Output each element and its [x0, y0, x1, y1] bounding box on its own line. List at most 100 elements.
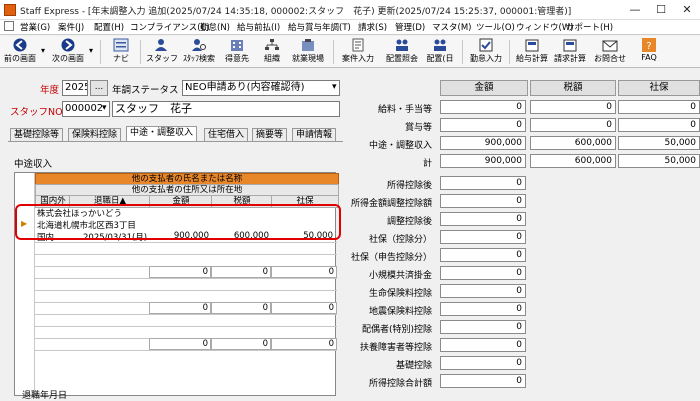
- summary-total-amount[interactable]: 900,000: [440, 154, 526, 168]
- deduction-value-11[interactable]: 0: [440, 356, 526, 370]
- year-input[interactable]: 2025: [62, 80, 88, 96]
- close-button[interactable]: ✕: [674, 0, 700, 20]
- app-icon: [4, 4, 16, 16]
- summary-salary-tax[interactable]: 0: [530, 100, 616, 114]
- deduction-label-9: 配偶者(特別)控除: [361, 325, 432, 335]
- summary-salary-amount[interactable]: 0: [440, 100, 526, 114]
- menu-tools[interactable]: ツール(O): [476, 21, 515, 33]
- status-label: 年調ステータス: [112, 85, 179, 96]
- staff-icon: [155, 39, 167, 51]
- row2-amount[interactable]: 0: [149, 266, 211, 278]
- staff-button[interactable]: スタッフ: [146, 38, 178, 66]
- navi-icon: [113, 38, 129, 52]
- menu-support[interactable]: サポート(H): [566, 21, 613, 33]
- summary-header-social: 社保: [618, 80, 700, 96]
- faq-button[interactable]: ? FAQ: [636, 38, 662, 66]
- deduction-label-5: 社保（申告控除分）: [350, 253, 432, 263]
- deduction-label-11: 基礎控除: [395, 361, 432, 371]
- payroll-calc-icon: [525, 39, 539, 52]
- site-icon: [302, 39, 314, 51]
- summary-total-tax[interactable]: 600,000: [530, 154, 616, 168]
- navi-button[interactable]: ナビ: [108, 38, 134, 66]
- staff-search-button[interactable]: ｽﾀｯﾌ検索: [181, 38, 217, 66]
- deduction-label-7: 生命保険料控除: [368, 289, 432, 299]
- deduction-value-9[interactable]: 0: [440, 320, 526, 334]
- menu-master[interactable]: マスタ(M): [432, 21, 471, 33]
- client-button[interactable]: 得意先: [222, 38, 252, 66]
- assign-ref-button[interactable]: 配置照会: [384, 38, 420, 66]
- back-button[interactable]: 前の画面: [2, 38, 38, 66]
- row3-amount[interactable]: 0: [149, 302, 211, 314]
- org-button[interactable]: 組織: [258, 38, 286, 66]
- row3-tax[interactable]: 0: [211, 302, 271, 314]
- attendance-entry-button[interactable]: 勤怠入力: [468, 38, 504, 66]
- assign-day-icon: [434, 39, 446, 51]
- menu-jobs[interactable]: 案件(J): [58, 21, 84, 33]
- deduction-value-10[interactable]: 0: [440, 338, 526, 352]
- summary-midyear-amount[interactable]: 900,000: [440, 136, 526, 150]
- deduction-label-6: 小規模共済掛金: [368, 271, 432, 281]
- minimize-button[interactable]: —: [622, 0, 648, 20]
- row4-tax[interactable]: 0: [211, 338, 271, 350]
- toolbar: 前の画面 ▾ 次の画面 ▾ ナビ スタッフ ｽﾀｯﾌ検索 得意先 組織 就業現場…: [0, 36, 700, 68]
- menu-assign[interactable]: 配置(H): [94, 21, 124, 33]
- menu-icon: [4, 21, 14, 31]
- row2-social[interactable]: 0: [271, 266, 337, 278]
- menu-sales[interactable]: 営業(G): [20, 21, 50, 33]
- deduction-value-1[interactable]: 0: [440, 176, 526, 190]
- deduction-value-6[interactable]: 0: [440, 266, 526, 280]
- menu-compliance[interactable]: コンプライアンス(C): [130, 21, 210, 33]
- svg-text:?: ?: [646, 41, 651, 52]
- year-picker-button[interactable]: ...: [90, 80, 108, 96]
- summary-total-social[interactable]: 50,000: [618, 154, 700, 168]
- next-dropdown-icon[interactable]: ▾: [87, 46, 95, 74]
- next-button[interactable]: 次の画面: [50, 38, 86, 66]
- deduction-value-4[interactable]: 0: [440, 230, 526, 244]
- menu-billing[interactable]: 請求(S): [358, 21, 387, 33]
- menu-attendance[interactable]: 勤怠(N): [200, 21, 230, 33]
- deduction-value-7[interactable]: 0: [440, 284, 526, 298]
- row3-social[interactable]: 0: [271, 302, 337, 314]
- year-label: 年度: [40, 85, 60, 96]
- highlight-box: [15, 204, 341, 240]
- summary-label-midyear: 中途・調整収入: [368, 141, 432, 151]
- client-icon: [231, 40, 243, 51]
- menu-admin[interactable]: 管理(D): [395, 21, 425, 33]
- summary-bonus-social[interactable]: 0: [618, 118, 700, 132]
- summary-bonus-amount[interactable]: 0: [440, 118, 526, 132]
- row2-tax[interactable]: 0: [211, 266, 271, 278]
- inquiry-button[interactable]: お問合せ: [592, 38, 628, 66]
- back-dropdown-icon[interactable]: ▾: [39, 46, 47, 74]
- window-title: Staff Express - [年末調整入力 追加(2025/07/24 14…: [20, 7, 572, 17]
- assign-day-button[interactable]: 配置(日: [422, 38, 458, 66]
- summary-salary-social[interactable]: 0: [618, 100, 700, 114]
- deduction-value-3[interactable]: 0: [440, 212, 526, 226]
- status-select[interactable]: NEO申請あり(内容確認待): [182, 80, 340, 96]
- status-dropdown-icon[interactable]: ▾: [332, 82, 337, 92]
- row4-amount[interactable]: 0: [149, 338, 211, 350]
- summary-midyear-tax[interactable]: 600,000: [530, 136, 616, 150]
- staff-name-field: スタッフ 花子: [112, 101, 340, 117]
- deduction-value-5[interactable]: 0: [440, 248, 526, 262]
- retire-date-label: 退職年月日: [22, 391, 68, 401]
- staff-no-dropdown-icon[interactable]: ▾: [102, 103, 107, 113]
- payroll-calc-button[interactable]: 給与計算: [514, 38, 550, 66]
- site-button[interactable]: 就業現場: [290, 38, 326, 66]
- deduction-value-12[interactable]: 0: [440, 374, 526, 388]
- summary-midyear-social[interactable]: 50,000: [618, 136, 700, 150]
- staff-no-label: スタッフNO: [10, 107, 63, 118]
- job-entry-button[interactable]: 案件入力: [340, 38, 376, 66]
- menu-prepay[interactable]: 給与前払(I): [237, 21, 280, 33]
- deduction-value-2[interactable]: 0: [440, 194, 526, 208]
- menu-window[interactable]: ウィンドウ(W): [516, 21, 574, 33]
- menu-payroll[interactable]: 給与賞与年調(T): [288, 21, 351, 33]
- row4-social[interactable]: 0: [271, 338, 337, 350]
- deduction-label-1: 所得控除後: [386, 181, 432, 191]
- billing-calc-button[interactable]: 請求計算: [552, 38, 588, 66]
- assign-ref-icon: [396, 39, 408, 51]
- deduction-value-8[interactable]: 0: [440, 302, 526, 316]
- next-arrow-icon: [61, 38, 75, 52]
- deduction-label-2: 所得金額調整控除額: [350, 199, 432, 209]
- summary-bonus-tax[interactable]: 0: [530, 118, 616, 132]
- maximize-button[interactable]: ☐: [648, 0, 674, 20]
